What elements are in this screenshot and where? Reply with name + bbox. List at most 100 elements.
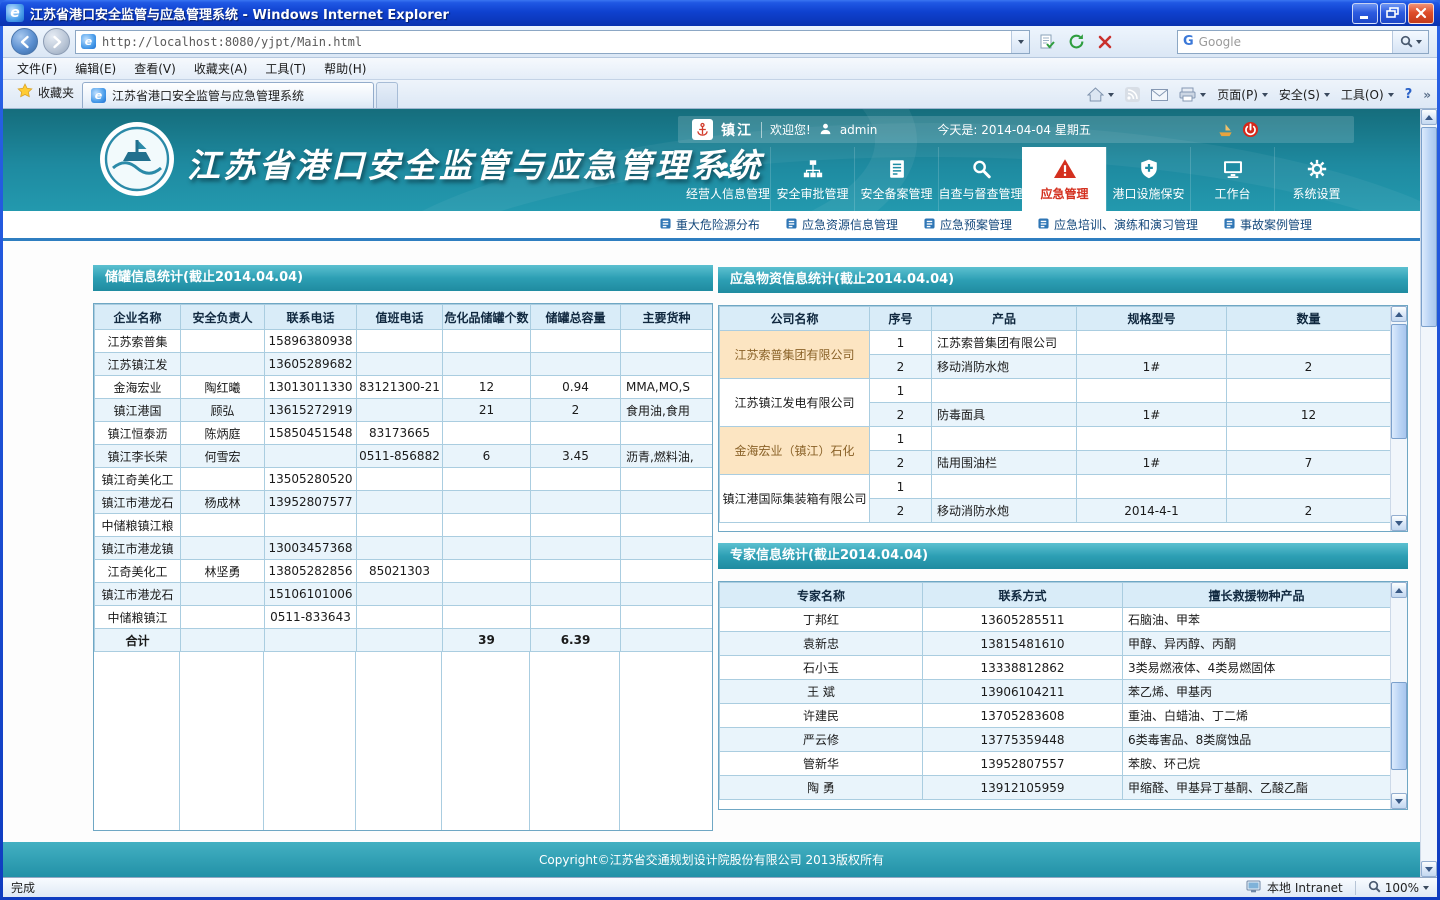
table-row[interactable]: 金海宏业（镇江）石化1 [720, 427, 1391, 451]
menu-item[interactable]: 编辑(E) [67, 58, 124, 79]
minimize-button[interactable] [1352, 3, 1378, 24]
feeds-button[interactable] [1125, 87, 1140, 102]
read-mail-button[interactable] [1151, 89, 1168, 101]
table-row[interactable]: 中储粮镇江0511-833643 [95, 606, 713, 629]
scroll-up-button[interactable] [1421, 109, 1437, 125]
nav-item-document[interactable]: 安全备案管理 [854, 147, 938, 211]
restore-button[interactable] [1380, 3, 1406, 24]
table-row[interactable]: 王 斌13906104211苯乙烯、甲基丙 [720, 680, 1391, 704]
product-cell: 江苏索普集团有限公司 [932, 331, 1077, 355]
table-cell: 15896380938 [265, 330, 357, 353]
menu-item[interactable]: 收藏夹(A) [186, 58, 256, 79]
table-row[interactable]: 江苏镇江发13605289682 [95, 353, 713, 376]
table-header-row: 企业名称安全负责人联系电话值班电话危化品储罐个数储罐总容量主要货种 [95, 305, 713, 330]
table-row[interactable]: 镇江恒泰沥陈炳庭1585045154883173665 [95, 422, 713, 445]
date-display: 今天是: 2014-04-04 星期五 [937, 121, 1090, 138]
table-row[interactable]: 江苏索普集15896380938 [95, 330, 713, 353]
table-row[interactable]: 许建民13705283608重油、白蜡油、丁二烯 [720, 704, 1391, 728]
favorites-label: 收藏夹 [38, 84, 74, 101]
seq-cell: 2 [870, 403, 932, 427]
help-button[interactable] [1405, 87, 1413, 102]
table-row[interactable]: 金海宏业陶红曦1301301133083121300-21120.94MMA,M… [95, 376, 713, 399]
table-row[interactable]: 镇江港国顾弘13615272919212食用油,食用 [95, 399, 713, 422]
print-button[interactable] [1179, 87, 1206, 102]
back-button[interactable] [11, 28, 38, 55]
search-button[interactable] [1392, 31, 1428, 53]
table-row[interactable]: 镇江市港龙石杨成林13952807577 [95, 491, 713, 514]
subnav-item[interactable]: 事故案例管理 [1224, 216, 1312, 233]
nav-item-monitor[interactable]: 工作台 [1190, 147, 1274, 211]
logout-icon[interactable] [1242, 121, 1259, 138]
scroll-up-button[interactable] [1391, 582, 1407, 598]
scroll-down-button[interactable] [1391, 515, 1407, 531]
scroll-thumb[interactable] [1421, 127, 1437, 327]
table-row[interactable]: 江苏镇江发电有限公司1 [720, 379, 1391, 403]
table-row[interactable]: 镇江市港龙石15106101006 [95, 583, 713, 606]
table-row[interactable]: 江苏索普集团有限公司1江苏索普集团有限公司 [720, 331, 1391, 355]
menu-item[interactable]: 帮助(H) [316, 58, 374, 79]
tools-menu-button[interactable]: 工具(O) [1341, 86, 1394, 103]
table-row[interactable]: 江奇美化工林坚勇1380528285685021303 [95, 560, 713, 583]
table-row[interactable]: 合计396.39 [95, 629, 713, 652]
seq-cell: 1 [870, 379, 932, 403]
table-row[interactable]: 袁新忠13815481610甲醇、异丙醇、丙酮 [720, 632, 1391, 656]
menu-item[interactable]: 文件(F) [9, 58, 65, 79]
table-row[interactable]: 镇江李长荣何雪宏0511-85688263.45沥青,燃料油, [95, 445, 713, 468]
subnav-item[interactable]: 应急培训、演练和演习管理 [1038, 216, 1198, 233]
subnav-item[interactable]: 应急预案管理 [924, 216, 1012, 233]
grid-icon [1224, 218, 1235, 232]
supplies-scrollbar[interactable] [1390, 306, 1407, 531]
scroll-up-button[interactable] [1391, 306, 1407, 322]
table-row[interactable]: 管新华13952807557苯胺、环己烷 [720, 752, 1391, 776]
page-menu-button[interactable]: 页面(P) [1217, 86, 1268, 103]
nav-item-warning[interactable]: 应急管理 [1022, 147, 1106, 211]
refresh-button[interactable] [1064, 30, 1088, 54]
status-bar: 完成 本地 Intranet 100% [3, 877, 1437, 897]
safety-menu-button[interactable]: 安全(S) [1279, 86, 1330, 103]
nav-item-orgchart[interactable]: 安全审批管理 [770, 147, 854, 211]
browser-tab[interactable]: 江苏省港口安全监管与应急管理系统 [82, 82, 374, 108]
table-cell [181, 330, 265, 353]
table-row[interactable]: 镇江奇美化工13505280520 [95, 468, 713, 491]
experts-scrollbar[interactable] [1390, 582, 1407, 809]
page-scrollbar[interactable] [1420, 109, 1437, 877]
forward-button[interactable] [43, 28, 70, 55]
table-row[interactable]: 镇江市港龙镇13003457368 [95, 537, 713, 560]
address-bar[interactable]: http://localhost:8080/yjpt/Main.html [75, 30, 1030, 54]
nav-item-users[interactable]: 经营人信息管理 [686, 147, 770, 211]
nav-item-gear[interactable]: 系统设置 [1274, 147, 1358, 211]
more-buttons-chevron[interactable] [1423, 88, 1431, 102]
home-button[interactable] [1087, 87, 1114, 102]
search-input[interactable]: Google [1199, 35, 1387, 49]
table-row[interactable]: 中储粮镇江粮 [95, 514, 713, 537]
scroll-thumb[interactable] [1391, 324, 1407, 439]
table-row[interactable]: 严云修137753594486类毒害品、8类腐蚀品 [720, 728, 1391, 752]
zoom-control[interactable]: 100% [1368, 880, 1429, 896]
scroll-down-button[interactable] [1391, 793, 1407, 809]
table-cell: 镇江市港龙石 [95, 491, 181, 514]
menu-item[interactable]: 查看(V) [126, 58, 184, 79]
nav-item-label: 安全备案管理 [860, 185, 932, 202]
close-button[interactable] [1408, 3, 1434, 24]
nav-item-magnifier[interactable]: 自查与督查管理 [938, 147, 1022, 211]
compatibility-view-icon[interactable] [1035, 30, 1059, 54]
address-dropdown[interactable] [1011, 31, 1029, 53]
favorites-button[interactable]: 收藏夹 [9, 78, 82, 108]
title-bar[interactable]: 江苏省港口安全监管与应急管理系统 - Windows Internet Expl… [0, 0, 1440, 26]
home-port-icon[interactable] [1217, 121, 1234, 138]
nav-item-shield[interactable]: 港口设施保安 [1106, 147, 1190, 211]
scroll-down-button[interactable] [1421, 861, 1437, 877]
scroll-thumb[interactable] [1391, 682, 1407, 770]
table-row[interactable]: 石小玉133388128623类易燃液体、4类易燃固体 [720, 656, 1391, 680]
subnav-item[interactable]: 应急资源信息管理 [786, 216, 898, 233]
supplies-stats-panel: 应急物资信息统计(截止2014.04.04) 公司名称序号产品规格型号数量江苏索… [718, 267, 1408, 532]
table-row[interactable]: 陶 勇13912105959甲缩醛、甲基异丁基酮、乙酸乙酯 [720, 776, 1391, 800]
subnav-item[interactable]: 重大危险源分布 [660, 216, 760, 233]
stop-button[interactable] [1093, 30, 1117, 54]
table-cell: 中储粮镇江 [95, 606, 181, 629]
table-row[interactable]: 丁邦红13605285511石脑油、甲苯 [720, 608, 1391, 632]
new-tab-button[interactable] [376, 82, 398, 108]
search-box[interactable]: Google [1177, 30, 1429, 54]
menu-item[interactable]: 工具(T) [257, 58, 314, 79]
table-row[interactable]: 镇江港国际集装箱有限公司1 [720, 475, 1391, 499]
